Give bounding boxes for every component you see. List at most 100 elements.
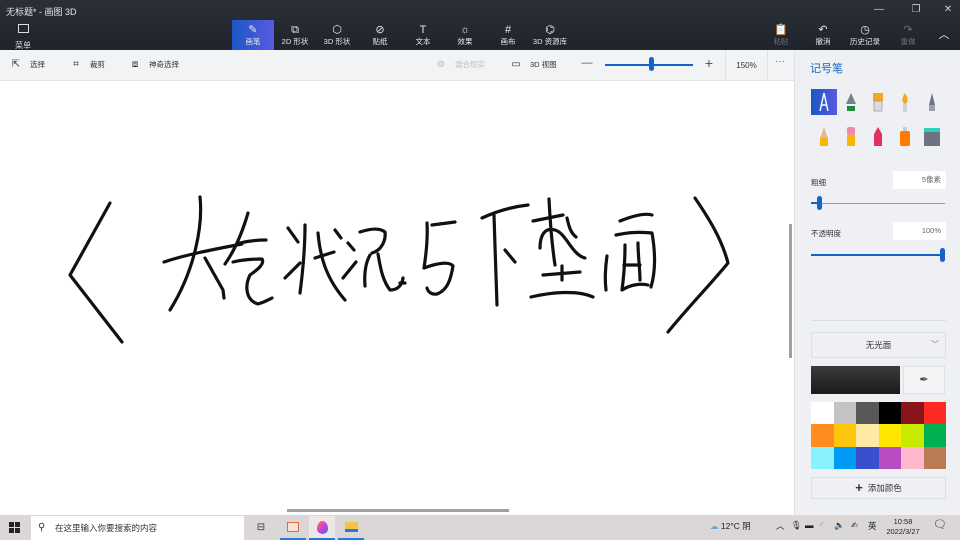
brush-crayon[interactable] xyxy=(865,123,891,149)
select-button[interactable]: ⇱ 选择 xyxy=(10,58,45,72)
thickness-slider-thumb[interactable] xyxy=(817,196,823,210)
tool-label: 贴纸 xyxy=(372,37,388,46)
opacity-slider-fill xyxy=(811,254,942,256)
color-swatch[interactable] xyxy=(878,402,901,425)
eyedropper-button[interactable]: ✒ xyxy=(903,366,945,394)
tool-effects[interactable]: ☼ 效果 xyxy=(444,20,486,50)
tool-brushes[interactable]: ✎ 画笔 xyxy=(232,20,274,50)
finish-dropdown[interactable]: 无光面 ﹀ xyxy=(811,332,946,358)
undo-button[interactable]: ↶ 撤消 xyxy=(802,20,844,50)
oil-brush-icon xyxy=(873,93,883,112)
pen-workspace-icon[interactable]: ✍ xyxy=(851,520,858,531)
minimize-button[interactable]: — xyxy=(866,2,892,18)
ink-char-kuang xyxy=(346,241,356,252)
panel-title: 记号笔 xyxy=(810,63,843,75)
notification-center-icon[interactable]: 🗨 xyxy=(933,518,947,531)
color-swatch[interactable] xyxy=(923,446,946,469)
tool-3d-shapes[interactable]: ⬡ 3D 形状 xyxy=(316,20,358,50)
ink-char-kuang xyxy=(376,252,405,292)
color-swatch[interactable] xyxy=(923,424,946,447)
folder-icon xyxy=(344,522,358,533)
brush-calligraphy-pen[interactable] xyxy=(838,89,864,115)
brush-watercolor[interactable] xyxy=(892,89,918,115)
system-clock[interactable]: 10:58 2022/3/27 xyxy=(880,517,926,537)
ink-char-dian xyxy=(538,227,587,260)
brush-pencil[interactable] xyxy=(811,123,837,149)
thickness-label: 粗细 xyxy=(811,178,826,187)
add-color-button[interactable]: + 添加颜色 xyxy=(811,477,946,499)
mixed-reality-button[interactable]: ⊚ 混合现实 xyxy=(435,58,485,72)
thickness-slider-track[interactable] xyxy=(811,203,945,204)
color-swatch[interactable] xyxy=(856,424,879,447)
wifi-icon[interactable]: ◜ xyxy=(820,520,823,531)
menu-button[interactable]: 菜单 xyxy=(8,22,38,50)
thickness-input[interactable]: 5像素 xyxy=(893,171,946,189)
color-swatch[interactable] xyxy=(901,424,924,447)
paste-button[interactable]: 📋 粘贴 xyxy=(760,20,802,50)
color-swatch[interactable] xyxy=(833,402,856,425)
color-swatch[interactable] xyxy=(833,424,856,447)
ink-char-zhuang xyxy=(283,261,302,280)
current-color-swatch[interactable] xyxy=(811,366,900,394)
brush-marker[interactable] xyxy=(811,89,837,115)
3d-view-button[interactable]: ▭ 3D 视图 xyxy=(510,58,556,72)
opacity-slider-thumb[interactable] xyxy=(940,248,945,262)
brush-eraser[interactable] xyxy=(838,123,864,149)
color-swatch[interactable] xyxy=(901,402,924,425)
more-options-button[interactable]: ··· xyxy=(770,56,790,67)
color-swatch[interactable] xyxy=(856,402,879,425)
vertical-scrollbar[interactable] xyxy=(789,224,792,358)
close-button[interactable]: ✕ xyxy=(935,2,960,18)
crop-button[interactable]: ⌗ 裁剪 xyxy=(70,58,105,72)
color-swatch[interactable] xyxy=(811,402,834,425)
collapse-ribbon-button[interactable]: ︿ xyxy=(930,20,958,50)
color-swatch[interactable] xyxy=(811,424,834,447)
color-swatch[interactable] xyxy=(878,424,901,447)
color-swatch[interactable] xyxy=(833,446,856,469)
pixel-pen-icon xyxy=(929,93,935,111)
weather-widget[interactable]: ☁ 12°C 阴 xyxy=(710,520,751,532)
tool-text[interactable]: T 文本 xyxy=(402,20,444,50)
color-swatch[interactable] xyxy=(811,446,834,469)
taskbar-app-presentation[interactable] xyxy=(280,516,306,540)
tool-canvas[interactable]: # 画布 xyxy=(487,20,529,50)
color-swatch[interactable] xyxy=(923,402,946,425)
ink-char-mian xyxy=(636,241,642,282)
history-button[interactable]: ◷ 历史记录 xyxy=(844,20,886,50)
show-hidden-icons-button[interactable]: ︿ xyxy=(776,520,785,532)
eraser-icon xyxy=(847,127,855,146)
add-color-label: 添加颜色 xyxy=(867,483,902,493)
taskbar-app-paint3d[interactable] xyxy=(309,516,335,540)
zoom-out-button[interactable]: — xyxy=(580,57,594,69)
crayon-icon xyxy=(874,127,882,146)
input-method-indicator[interactable]: 英 xyxy=(868,520,877,532)
opacity-input[interactable]: 100% xyxy=(893,222,946,240)
horizontal-scrollbar[interactable] xyxy=(287,509,509,512)
maximize-button[interactable]: ❐ xyxy=(903,2,929,18)
ink-char-da xyxy=(203,256,226,300)
battery-icon[interactable]: ▬ xyxy=(805,520,814,530)
task-view-button[interactable]: ⊟ xyxy=(248,516,274,540)
microphone-icon[interactable]: 🎙 xyxy=(791,520,802,531)
color-swatch[interactable] xyxy=(901,446,924,469)
zoom-slider-thumb[interactable] xyxy=(648,57,654,71)
taskbar-search-box[interactable]: ⚲ 在这里输入你要搜索的内容 xyxy=(31,516,244,540)
zoom-in-button[interactable]: + xyxy=(702,55,716,71)
tool-2d-shapes[interactable]: ⧉ 2D 形状 xyxy=(274,20,316,50)
tool-3d-library[interactable]: ⌬ 3D 资源库 xyxy=(528,20,572,50)
start-button[interactable] xyxy=(9,522,20,533)
zoom-level[interactable]: 150% xyxy=(725,50,768,81)
brush-oil[interactable] xyxy=(865,89,891,115)
brush-pixel-pen[interactable] xyxy=(919,89,945,115)
color-swatch[interactable] xyxy=(878,446,901,469)
tool-label: 文本 xyxy=(415,37,431,46)
brush-fill[interactable] xyxy=(919,123,945,149)
redo-button[interactable]: ↷ 重做 xyxy=(887,20,929,50)
taskbar-app-file-explorer[interactable] xyxy=(338,516,364,540)
color-swatch[interactable] xyxy=(856,446,879,469)
tool-stickers[interactable]: ⊘ 贴纸 xyxy=(359,20,401,50)
magic-select-button[interactable]: ⧈ 神奇选择 xyxy=(129,58,179,72)
drawing-canvas[interactable] xyxy=(0,81,794,515)
brush-spray-can[interactable] xyxy=(892,123,918,149)
volume-icon[interactable]: 🔈 xyxy=(834,520,845,531)
